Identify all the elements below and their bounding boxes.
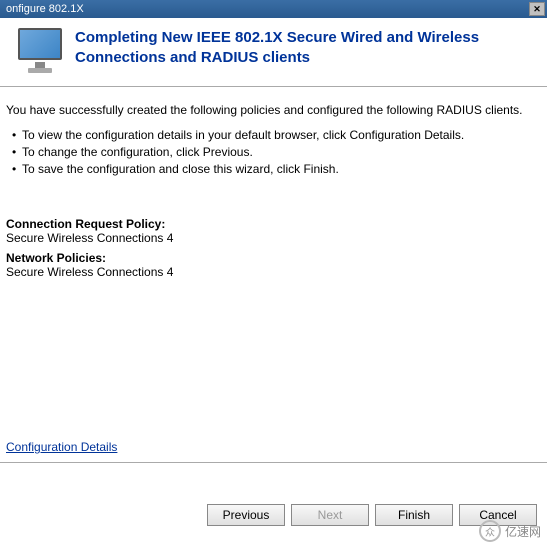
close-icon: ✕ (533, 4, 541, 15)
connection-request-policy-label: Connection Request Policy: (6, 217, 541, 231)
wizard-header: Completing New IEEE 802.1X Secure Wired … (0, 18, 547, 87)
page-title: Completing New IEEE 802.1X Secure Wired … (75, 28, 537, 78)
list-item: To change the configuration, click Previ… (12, 144, 541, 161)
watermark-text: 亿速网 (505, 523, 541, 540)
connection-request-policy-value: Secure Wireless Connections 4 (6, 231, 541, 245)
intro-text: You have successfully created the follow… (6, 103, 541, 117)
previous-button[interactable]: Previous (207, 504, 285, 526)
next-button: Next (291, 504, 369, 526)
computer-icon (10, 28, 65, 78)
configuration-details-link[interactable]: Configuration Details (6, 440, 117, 454)
titlebar: onfigure 802.1X ✕ (0, 0, 547, 18)
network-policies-value: Secure Wireless Connections 4 (6, 265, 541, 279)
watermark-icon: 众 (479, 520, 501, 542)
list-item: To save the configuration and close this… (12, 161, 541, 178)
list-item: To view the configuration details in you… (12, 127, 541, 144)
divider (0, 462, 547, 463)
watermark: 众 亿速网 (479, 520, 541, 542)
wizard-body: You have successfully created the follow… (0, 87, 547, 291)
close-button[interactable]: ✕ (529, 2, 545, 16)
window-title: onfigure 802.1X (6, 3, 84, 15)
instruction-list: To view the configuration details in you… (12, 127, 541, 177)
finish-button[interactable]: Finish (375, 504, 453, 526)
network-policies-label: Network Policies: (6, 251, 541, 265)
